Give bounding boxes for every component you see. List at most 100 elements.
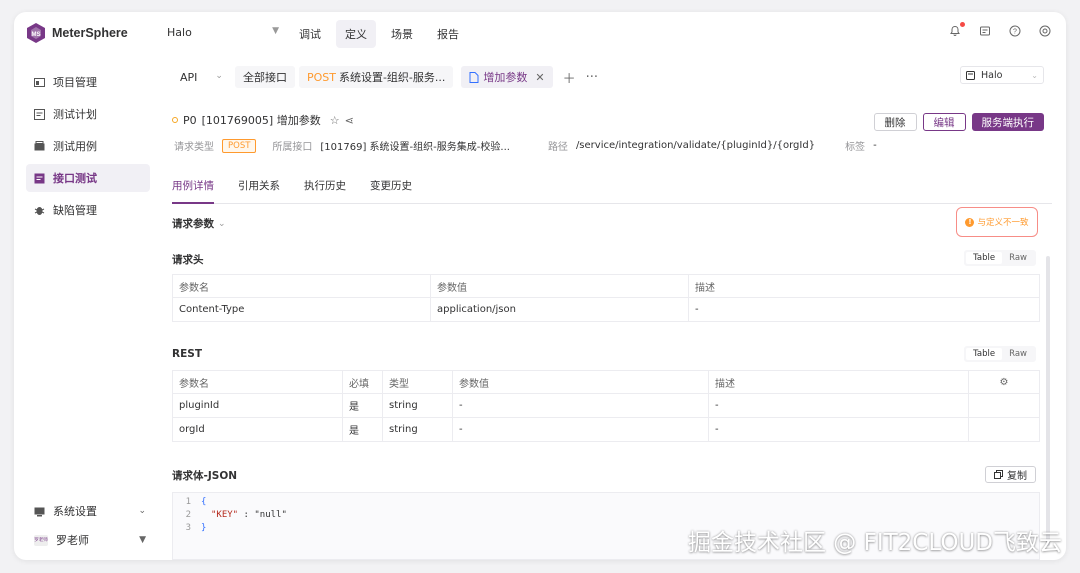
page-title: [101769005] 增加参数 bbox=[201, 114, 321, 127]
copy-label: 复制 bbox=[1007, 471, 1027, 482]
table-cell[interactable]: application/json bbox=[430, 297, 689, 322]
method-label: POST bbox=[306, 70, 336, 84]
body-title: 请求体-JSON bbox=[172, 470, 238, 482]
top-bar: MS MeterSphere Halo ▼ 调试 定义 场景 报告 ? bbox=[14, 12, 1066, 56]
table-cell bbox=[968, 393, 1040, 418]
api-field-label: 所属接口 bbox=[272, 142, 313, 153]
tabs-bar: API ⌄ 全部接口 POST 系统设置-组织-服务... 增加参数 ✕ ＋ ·… bbox=[172, 66, 598, 88]
add-tab-icon[interactable]: ＋ bbox=[563, 68, 576, 87]
line-number: 1 bbox=[185, 496, 191, 507]
task-icon[interactable] bbox=[978, 25, 992, 39]
nav-scenario[interactable]: 场景 bbox=[382, 20, 422, 48]
environment-icon bbox=[966, 70, 975, 80]
tab-exec-history[interactable]: 执行历史 bbox=[304, 178, 346, 204]
help-icon[interactable]: ? bbox=[1008, 25, 1022, 39]
definition-mismatch-badge[interactable]: ! 与定义不一致 bbox=[956, 207, 1038, 237]
bug-icon bbox=[34, 206, 45, 215]
system-settings-label: 系统设置 bbox=[53, 505, 97, 518]
sidebar-item-label: 缺陷管理 bbox=[53, 204, 97, 217]
sidebar: 项目管理 测试计划 测试用例 接口测试 缺陷管理 系统设置 ⌄ 罗老师 罗老师 … bbox=[14, 56, 162, 560]
column-header: 描述 bbox=[708, 370, 969, 394]
copy-button[interactable]: 复制 bbox=[985, 466, 1036, 483]
project-select[interactable]: Halo ▼ bbox=[167, 26, 279, 39]
tab-case-detail[interactable]: 用例详情 bbox=[172, 178, 214, 204]
table-header-row: 参数名 必填 类型 参数值 描述 ⚙ bbox=[172, 370, 1040, 394]
edit-button[interactable]: 编辑 bbox=[922, 113, 966, 131]
table-cell[interactable]: - bbox=[452, 417, 709, 442]
sidebar-user[interactable]: 罗老师 罗老师 ▼ bbox=[26, 528, 150, 552]
request-params-title: 请求参数 bbox=[172, 218, 214, 230]
tab-case[interactable]: 增加参数 ✕ bbox=[461, 66, 553, 88]
settings-icon[interactable] bbox=[1038, 25, 1052, 39]
table-cell[interactable]: - bbox=[452, 393, 709, 418]
star-icon[interactable]: ☆ bbox=[330, 114, 340, 127]
server-run-button[interactable]: 服务端执行 bbox=[971, 113, 1044, 131]
tag-value: - bbox=[873, 140, 877, 151]
sidebar-system-settings[interactable]: 系统设置 ⌄ bbox=[26, 499, 150, 523]
table-cell[interactable]: 是 bbox=[342, 417, 383, 442]
close-icon[interactable]: ✕ bbox=[535, 71, 544, 84]
table-cell[interactable]: 是 bbox=[342, 393, 383, 418]
project-name: Halo bbox=[167, 26, 192, 39]
sidebar-item-label: 测试用例 bbox=[53, 140, 97, 153]
table-cell[interactable]: - bbox=[688, 297, 1040, 322]
module-label: API bbox=[180, 70, 198, 84]
table-view-tab[interactable]: Table bbox=[966, 252, 1003, 264]
table-cell[interactable]: Content-Type bbox=[172, 297, 431, 322]
sidebar-item-project[interactable]: 项目管理 bbox=[26, 68, 150, 96]
column-header: 参数值 bbox=[430, 274, 689, 298]
request-params-toggle[interactable]: 请求参数 ⌄ bbox=[172, 216, 226, 231]
app-logo[interactable]: MS MeterSphere bbox=[26, 22, 128, 44]
action-buttons: 删除 编辑 服务端执行 bbox=[873, 113, 1044, 131]
code-text: { bbox=[201, 496, 207, 507]
vertical-scrollbar[interactable] bbox=[1046, 256, 1050, 546]
copy-icon bbox=[994, 470, 1003, 479]
table-cell[interactable]: - bbox=[708, 417, 969, 442]
sidebar-item-plan[interactable]: 测试计划 bbox=[26, 100, 150, 128]
sidebar-item-label: 接口测试 bbox=[53, 172, 97, 185]
environment-select[interactable]: Halo ⌄ bbox=[960, 66, 1044, 84]
main-content: API ⌄ 全部接口 POST 系统设置-组织-服务... 增加参数 ✕ ＋ ·… bbox=[162, 56, 1052, 560]
metersphere-logo-icon: MS bbox=[27, 23, 45, 43]
chevron-down-icon: ⌄ bbox=[1031, 70, 1038, 80]
nav-report[interactable]: 报告 bbox=[428, 20, 468, 48]
column-header: 参数名 bbox=[172, 274, 431, 298]
tab-change-history[interactable]: 变更历史 bbox=[370, 178, 412, 204]
api-value[interactable]: [101769] 系统设置-组织-服务集成-校验... bbox=[320, 138, 510, 153]
bell-icon[interactable] bbox=[948, 22, 965, 39]
tab-references[interactable]: 引用关系 bbox=[238, 178, 280, 204]
sidebar-item-case[interactable]: 测试用例 bbox=[26, 132, 150, 160]
more-icon[interactable]: ··· bbox=[586, 70, 598, 85]
nav-definition[interactable]: 定义 bbox=[336, 20, 376, 48]
table-cell[interactable]: orgId bbox=[172, 417, 343, 442]
priority-label: P0 bbox=[183, 113, 197, 127]
code-line: 1 { bbox=[173, 495, 1039, 508]
table-view-tab[interactable]: Table bbox=[966, 348, 1003, 360]
delete-button[interactable]: 删除 bbox=[873, 113, 917, 131]
nav-debug[interactable]: 调试 bbox=[290, 20, 330, 48]
module-select[interactable]: API ⌄ bbox=[172, 71, 231, 84]
column-settings[interactable]: ⚙ bbox=[968, 370, 1040, 394]
raw-view-tab[interactable]: Raw bbox=[1002, 252, 1034, 264]
top-icons: ? bbox=[948, 22, 1052, 39]
top-nav: 调试 定义 场景 报告 bbox=[290, 20, 468, 48]
tab-api-definition[interactable]: POST 系统设置-组织-服务... bbox=[298, 66, 454, 88]
svg-text:MS: MS bbox=[32, 32, 41, 38]
headers-view-toggle: Table Raw bbox=[964, 250, 1036, 266]
column-header: 参数值 bbox=[452, 370, 709, 394]
avatar: 罗老师 bbox=[34, 534, 48, 546]
table-cell[interactable]: string bbox=[382, 393, 453, 418]
method-field-label: 请求类型 bbox=[174, 142, 214, 153]
table-cell[interactable]: string bbox=[382, 417, 453, 442]
sidebar-item-api[interactable]: 接口测试 bbox=[26, 164, 150, 192]
detail-tabs: 用例详情 引用关系 执行历史 变更历史 bbox=[172, 178, 1052, 204]
sidebar-item-bug[interactable]: 缺陷管理 bbox=[26, 196, 150, 224]
headers-table: 参数名 参数值 描述 Content-Type application/json… bbox=[172, 274, 1040, 322]
tab-all-apis[interactable]: 全部接口 bbox=[234, 66, 295, 88]
raw-view-tab[interactable]: Raw bbox=[1002, 348, 1034, 360]
share-icon[interactable]: ⋖ bbox=[345, 114, 354, 127]
table-cell[interactable]: pluginId bbox=[172, 393, 343, 418]
gear-icon[interactable]: ⚙ bbox=[1000, 377, 1009, 388]
user-name: 罗老师 bbox=[56, 534, 89, 547]
table-cell[interactable]: - bbox=[708, 393, 969, 418]
